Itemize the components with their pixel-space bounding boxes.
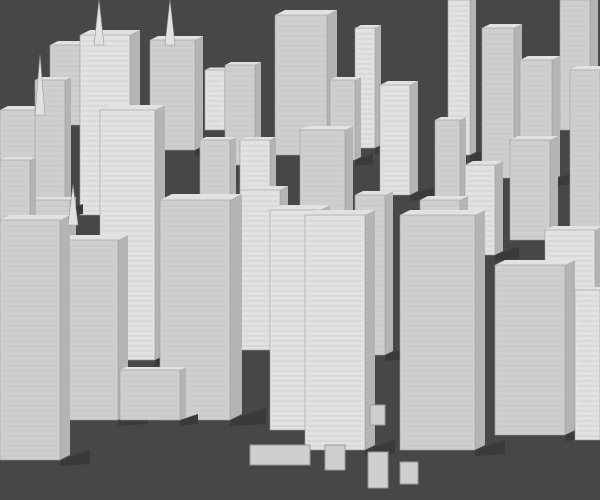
building-roof [275, 10, 337, 15]
building-facade [119, 369, 181, 421]
building-facade [399, 214, 476, 451]
building-facade [509, 139, 551, 241]
building-facade [574, 289, 600, 441]
building-roof [30, 197, 76, 200]
small-model-piece [249, 444, 311, 466]
building-roof [0, 157, 36, 160]
spire [164, 0, 176, 46]
city-skyline-model [0, 0, 600, 489]
building-roof [160, 194, 242, 200]
building-facade [379, 84, 411, 196]
building-side [60, 215, 70, 460]
building-roof [240, 137, 276, 140]
building-roof [100, 105, 165, 110]
building-roof [300, 126, 353, 130]
building-side [385, 191, 393, 355]
building-facade [304, 214, 366, 451]
building-roof [0, 215, 70, 220]
building-facade [494, 264, 566, 436]
building-side [355, 77, 361, 160]
building [574, 287, 600, 441]
building-roof [270, 205, 330, 210]
building-roof [305, 210, 375, 215]
building-roof [510, 136, 558, 140]
building-roof [120, 367, 186, 370]
building-roof [150, 36, 203, 40]
building-roof [240, 186, 288, 190]
building-side [565, 260, 575, 435]
building-roof [545, 226, 600, 230]
building-roof [80, 30, 140, 35]
building-roof [200, 137, 236, 140]
small-model-piece [399, 461, 419, 485]
building-side [470, 0, 476, 155]
building-side [495, 161, 503, 255]
building-side [195, 36, 203, 150]
building-roof [495, 260, 575, 265]
building-side [475, 210, 485, 450]
building [379, 81, 434, 201]
building-roof [400, 210, 485, 215]
building-roof [225, 62, 261, 65]
small-model-piece [367, 451, 389, 489]
building-roof [420, 196, 468, 200]
small-model-piece [324, 444, 346, 471]
building-side [180, 367, 186, 420]
building-side [65, 77, 71, 210]
building-side [550, 136, 558, 240]
building-facade [481, 27, 515, 179]
spire [93, 0, 105, 46]
building-side [410, 81, 418, 195]
building-side [230, 194, 242, 420]
city-render-viewport [0, 0, 600, 500]
small-model-piece [369, 404, 386, 426]
